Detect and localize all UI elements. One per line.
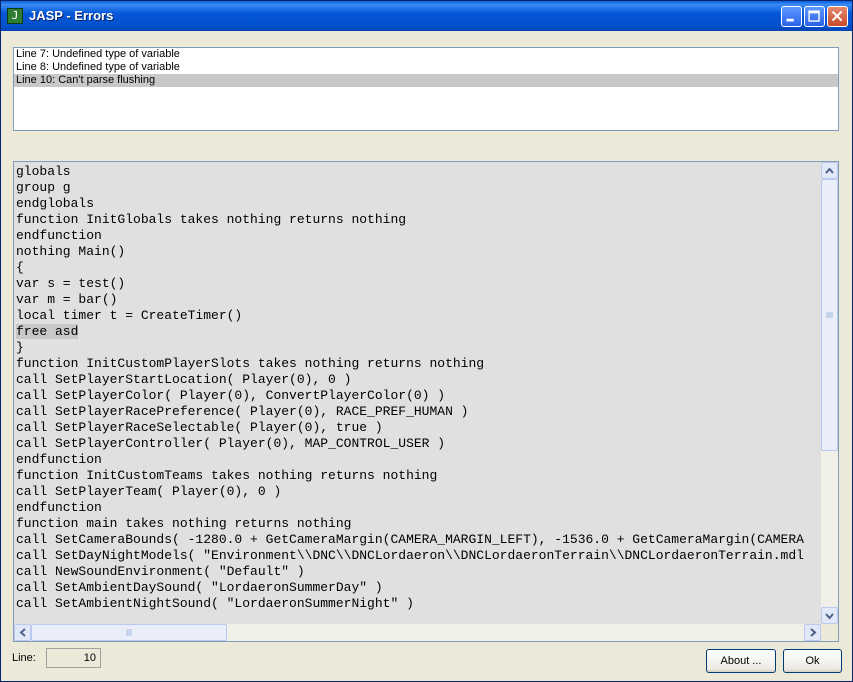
code-line-text: call SetPlayerColor( Player(0), ConvertP… [16, 388, 446, 403]
code-line[interactable]: function InitGlobals takes nothing retur… [16, 212, 822, 228]
code-line-text: } [16, 340, 24, 355]
grip-icon [126, 629, 132, 636]
code-line[interactable]: endglobals [16, 196, 822, 212]
close-icon [831, 10, 843, 22]
code-line-text: function InitCustomPlayerSlots takes not… [16, 356, 485, 371]
code-line-text: call SetPlayerTeam( Player(0), 0 ) [16, 484, 282, 499]
maximize-button[interactable] [804, 6, 825, 27]
code-line-text: function InitCustomTeams takes nothing r… [16, 468, 438, 483]
code-line-text: free asd [16, 324, 79, 339]
app-icon[interactable]: J [7, 8, 23, 24]
code-editor[interactable]: globals group g endglobals function InitGlo… [13, 161, 839, 642]
error-list-item[interactable]: Line 8: Undefined type of variable [14, 61, 838, 74]
scroll-right-button[interactable] [804, 624, 821, 641]
code-line-text: call SetPlayerRaceSelectable( Player(0),… [16, 420, 383, 435]
code-line[interactable]: { [16, 260, 822, 276]
scroll-down-button[interactable] [821, 607, 838, 624]
code-line-text: group g [16, 180, 71, 195]
code-line-text: endfunction [16, 500, 102, 515]
close-button[interactable] [827, 6, 848, 27]
vertical-scroll-thumb[interactable] [821, 179, 838, 451]
code-line-text: var m = bar() [16, 292, 118, 307]
line-label: Line: [12, 652, 36, 664]
maximize-icon [808, 10, 820, 22]
code-line-text: call SetAmbientNightSound( "LordaeronSum… [16, 596, 414, 611]
chevron-down-icon [825, 613, 834, 620]
about-button[interactable]: About ... [706, 649, 776, 673]
chevron-left-icon [19, 628, 26, 637]
code-line-text: endglobals [16, 196, 95, 211]
code-line[interactable]: call SetPlayerTeam( Player(0), 0 ) [16, 484, 822, 500]
code-line[interactable]: endfunction [16, 500, 822, 516]
code-line[interactable]: function main takes nothing returns noth… [16, 516, 822, 532]
title-bar[interactable]: J JASP - Errors [1, 1, 852, 31]
code-line[interactable]: call SetPlayerRaceSelectable( Player(0),… [16, 420, 822, 436]
code-line[interactable]: call SetPlayerRacePreference( Player(0),… [16, 404, 822, 420]
code-line[interactable]: nothing Main() [16, 244, 822, 260]
code-line-text: { [16, 260, 24, 275]
horizontal-scrollbar[interactable] [14, 624, 821, 641]
code-line[interactable]: call SetAmbientNightSound( "LordaeronSum… [16, 596, 822, 612]
code-line[interactable]: call SetAmbientDaySound( "LordaeronSumme… [16, 580, 822, 596]
code-line-text: call SetAmbientDaySound( "LordaeronSumme… [16, 580, 383, 595]
code-line-text: endfunction [16, 228, 102, 243]
code-line-text: call NewSoundEnvironment( "Default" ) [16, 564, 305, 579]
code-line[interactable]: } [16, 340, 822, 356]
vertical-scrollbar[interactable] [821, 162, 838, 624]
code-line-text: nothing Main() [16, 244, 126, 259]
window-title: JASP - Errors [29, 8, 114, 23]
horizontal-scroll-thumb[interactable] [31, 624, 227, 641]
code-line-text: call SetDayNightModels( "Environment\\DN… [16, 548, 804, 563]
scrollbar-corner [821, 624, 838, 641]
code-line-text: globals [16, 164, 71, 179]
code-line[interactable]: call SetCameraBounds( -1280.0 + GetCamer… [16, 532, 822, 548]
error-list-item[interactable]: Line 7: Undefined type of variable [14, 48, 838, 61]
code-line-text: var s = test() [16, 276, 126, 291]
code-line[interactable]: call NewSoundEnvironment( "Default" ) [16, 564, 822, 580]
minimize-button[interactable] [781, 6, 802, 27]
code-line-text: call SetPlayerStartLocation( Player(0), … [16, 372, 352, 387]
code-line[interactable]: var s = test() [16, 276, 822, 292]
code-line[interactable]: function InitCustomPlayerSlots takes not… [16, 356, 822, 372]
code-line-text: call SetPlayerController( Player(0), MAP… [16, 436, 446, 451]
chevron-right-icon [810, 628, 817, 637]
ok-button[interactable]: Ok [783, 649, 842, 673]
code-line[interactable]: globals [16, 164, 822, 180]
error-list[interactable]: Line 7: Undefined type of variable Line 8… [13, 47, 839, 131]
minimize-icon [786, 18, 794, 22]
code-line[interactable]: endfunction [16, 452, 822, 468]
code-line[interactable]: call SetDayNightModels( "Environment\\DN… [16, 548, 822, 564]
code-line[interactable]: local timer t = CreateTimer() [16, 308, 822, 324]
scroll-left-button[interactable] [14, 624, 31, 641]
code-line[interactable]: endfunction [16, 228, 822, 244]
code-line-text: call SetPlayerRacePreference( Player(0),… [16, 404, 469, 419]
code-text[interactable]: globals group g endglobals function InitGlo… [16, 164, 822, 624]
chevron-up-icon [825, 167, 834, 174]
scroll-up-button[interactable] [821, 162, 838, 179]
code-line[interactable]: var m = bar() [16, 292, 822, 308]
code-line[interactable]: free asd [16, 324, 822, 340]
code-line[interactable]: group g [16, 180, 822, 196]
error-list-item[interactable]: Line 10: Can't parse flushing [14, 74, 838, 87]
code-line[interactable]: call SetPlayerColor( Player(0), ConvertP… [16, 388, 822, 404]
code-line[interactable]: call SetPlayerController( Player(0), MAP… [16, 436, 822, 452]
errors-window: J JASP - Errors Line 7: Undefined type o… [0, 0, 853, 682]
code-line-text: local timer t = CreateTimer() [16, 308, 243, 323]
code-line-text: call SetCameraBounds( -1280.0 + GetCamer… [16, 532, 804, 547]
code-line-text: function InitGlobals takes nothing retur… [16, 212, 407, 227]
line-number-field[interactable]: 10 [46, 648, 101, 668]
code-line[interactable]: call SetPlayerStartLocation( Player(0), … [16, 372, 822, 388]
code-line-text: function main takes nothing returns noth… [16, 516, 352, 531]
code-line-text: endfunction [16, 452, 102, 467]
code-line[interactable]: function InitCustomTeams takes nothing r… [16, 468, 822, 484]
grip-icon [826, 312, 833, 318]
